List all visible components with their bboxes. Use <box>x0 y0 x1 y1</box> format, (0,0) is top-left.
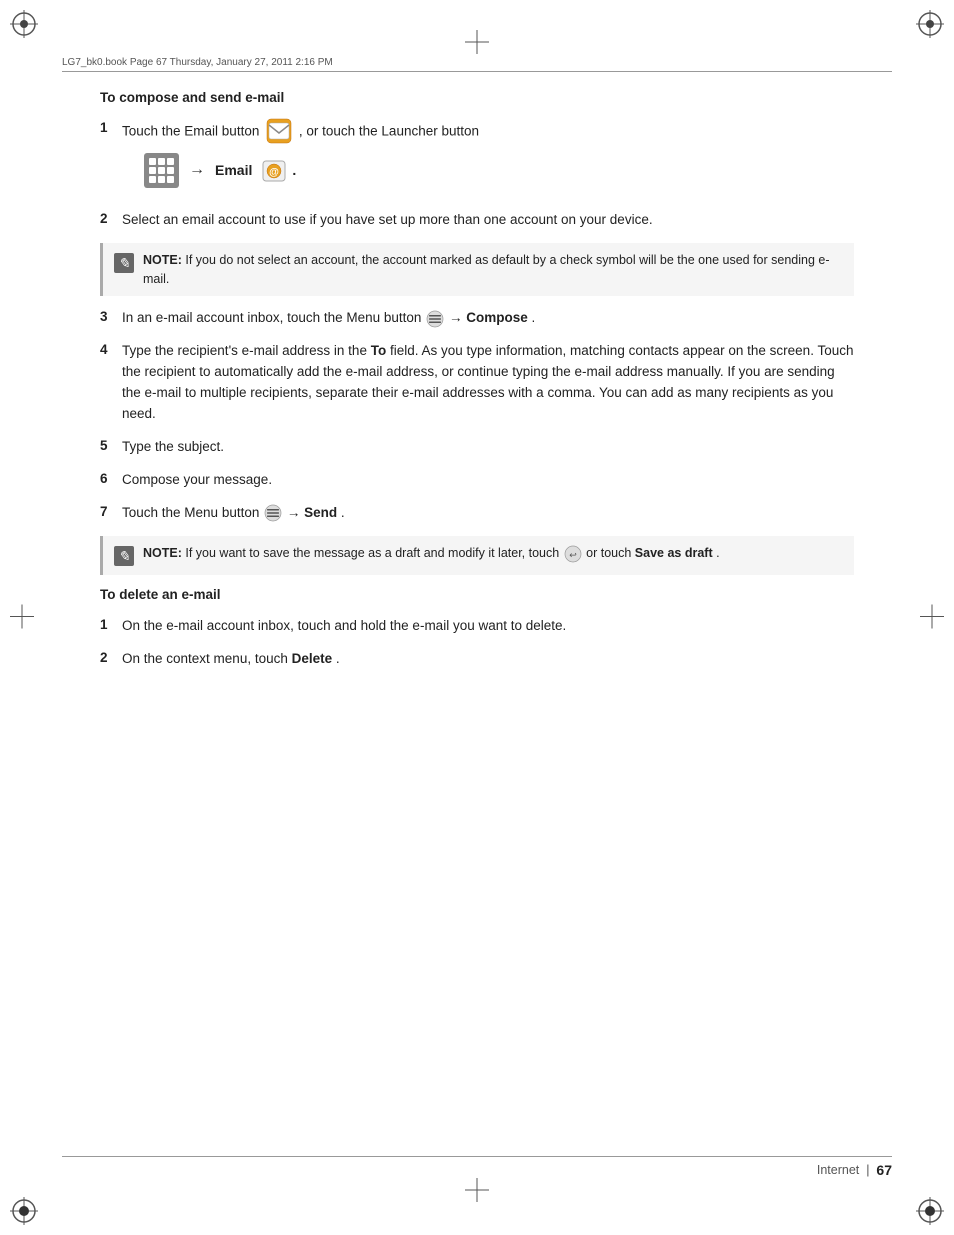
section2-step-2-bold: Delete <box>292 651 333 666</box>
step-6-content: Compose your message. <box>122 470 854 491</box>
header-text: LG7_bk0.book Page 67 Thursday, January 2… <box>62 57 333 68</box>
section2-heading: To delete an e-mail <box>100 587 854 602</box>
launcher-grid-icon <box>144 153 179 188</box>
step-3-period: . <box>532 310 536 325</box>
svg-text:@: @ <box>269 167 279 178</box>
step-1: 1 Touch the Email button , or touch the … <box>100 119 854 198</box>
arrow-icon: → <box>189 158 205 183</box>
step-6: 6 Compose your message. <box>100 470 854 491</box>
footer-section: Internet <box>817 1163 859 1177</box>
section2-step-2: 2 On the context menu, touch Delete . <box>100 649 854 670</box>
step-4-num: 4 <box>100 341 122 357</box>
note-1-icon: ✎ <box>113 252 135 274</box>
launcher-block: → Email @ . <box>144 153 854 188</box>
step-1-content: Touch the Email button , or touch the La… <box>122 119 854 198</box>
svg-text:✎: ✎ <box>118 257 130 272</box>
footer-page-number: 67 <box>876 1162 892 1178</box>
svg-text:↩: ↩ <box>569 550 577 560</box>
step-7-arrow: → <box>287 505 304 520</box>
section2-step-1-content: On the e-mail account inbox, touch and h… <box>122 616 854 637</box>
note-2: ✎ NOTE: If you want to save the message … <box>100 536 854 575</box>
step-7: 7 Touch the Menu button → Send . <box>100 503 854 524</box>
note-2-icon: ✎ <box>113 545 135 567</box>
note-1-label: NOTE: <box>143 253 182 267</box>
section2-step-1: 1 On the e-mail account inbox, touch and… <box>100 616 854 637</box>
email-button-icon <box>266 118 292 144</box>
step-7-send: Send <box>304 505 337 520</box>
note-2-text: NOTE: If you want to save the message as… <box>143 544 720 563</box>
save-draft-icon: ↩ <box>564 545 582 563</box>
section1-heading: To compose and send e-mail <box>100 90 854 105</box>
step-2-content: Select an email account to use if you ha… <box>122 210 854 231</box>
step-1-num: 1 <box>100 119 122 135</box>
step-7-period: . <box>341 505 345 520</box>
step-3-compose: Compose <box>466 310 528 325</box>
main-content: To compose and send e-mail 1 Touch the E… <box>100 90 854 1145</box>
footer-bar: Internet | 67 <box>62 1156 892 1178</box>
step-3-content: In an e-mail account inbox, touch the Me… <box>122 308 854 329</box>
side-mark-right <box>920 604 944 631</box>
step-6-num: 6 <box>100 470 122 486</box>
footer-separator: | <box>866 1163 869 1177</box>
svg-text:✎: ✎ <box>118 550 130 565</box>
step-7-content: Touch the Menu button → Send . <box>122 503 854 524</box>
section2-step-2-before: On the context menu, touch <box>122 651 288 666</box>
corner-mark-tr <box>916 10 944 38</box>
section2-step-1-num: 1 <box>100 616 122 632</box>
step-7-num: 7 <box>100 503 122 519</box>
side-mark-left <box>10 604 34 631</box>
note-1: ✎ NOTE: If you do not select an account,… <box>100 243 854 297</box>
note-2-period: . <box>716 546 719 560</box>
section2-step-2-content: On the context menu, touch Delete . <box>122 649 854 670</box>
note-2-body: If you want to save the message as a dra… <box>185 546 562 560</box>
section2-step-2-num: 2 <box>100 649 122 665</box>
menu-button-icon <box>426 310 444 328</box>
note-1-text: NOTE: If you do not select an account, t… <box>143 251 844 289</box>
note-2-or: or touch <box>586 546 635 560</box>
note-2-save-draft: Save as draft <box>635 546 713 560</box>
header-bar: LG7_bk0.book Page 67 Thursday, January 2… <box>62 57 892 72</box>
step-2-num: 2 <box>100 210 122 226</box>
mid-mark-bottom <box>465 1178 489 1205</box>
step-4-content: Type the recipient's e-mail address in t… <box>122 341 854 425</box>
menu-button-icon-2 <box>264 504 282 522</box>
step-4: 4 Type the recipient's e-mail address in… <box>100 341 854 425</box>
step-3: 3 In an e-mail account inbox, touch the … <box>100 308 854 329</box>
step-3-num: 3 <box>100 308 122 324</box>
section2-step-2-after: . <box>336 651 340 666</box>
note-2-label: NOTE: <box>143 546 182 560</box>
corner-mark-bl <box>10 1197 38 1225</box>
corner-mark-tl <box>10 10 38 38</box>
mid-mark-top <box>465 30 489 57</box>
note-1-body: If you do not select an account, the acc… <box>143 253 830 286</box>
period-after-email: . <box>292 160 296 182</box>
step-1-text-before: Touch the Email button <box>122 124 259 139</box>
step-5-content: Type the subject. <box>122 437 854 458</box>
step-3-arrow: → <box>449 310 466 325</box>
step-5: 5 Type the subject. <box>100 437 854 458</box>
step-1-text-after: , or touch the Launcher button <box>299 124 479 139</box>
step-2: 2 Select an email account to use if you … <box>100 210 854 231</box>
email-small-icon: @ <box>262 159 286 183</box>
corner-mark-br <box>916 1197 944 1225</box>
step-7-text-before: Touch the Menu button <box>122 505 263 520</box>
step-5-num: 5 <box>100 437 122 453</box>
email-label: Email <box>215 160 252 182</box>
step-3-text-before: In an e-mail account inbox, touch the Me… <box>122 310 425 325</box>
